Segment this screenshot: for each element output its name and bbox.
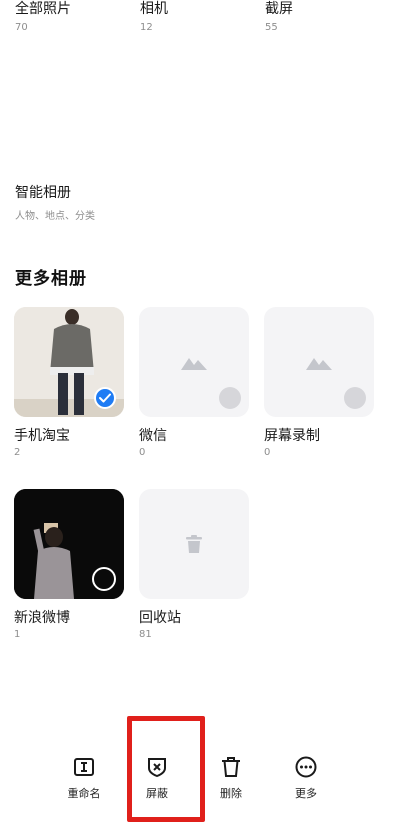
more-button[interactable]: 更多	[276, 755, 336, 801]
album-taobao[interactable]: 手机淘宝 2	[14, 307, 124, 458]
rename-icon	[72, 755, 96, 779]
album-screenshots[interactable]: 截屏 55	[265, 0, 293, 33]
more-label: 更多	[295, 787, 317, 800]
more-icon	[294, 755, 318, 779]
select-circle[interactable]	[219, 387, 241, 409]
album-label: 微信	[139, 428, 167, 444]
album-count: 12	[140, 22, 153, 33]
delete-button[interactable]: 删除	[201, 755, 261, 801]
album-count: 2	[14, 447, 21, 458]
smart-album-subtitle: 人物、地点、分类	[15, 211, 95, 222]
album-label: 回收站	[139, 610, 181, 626]
album-screen-recording[interactable]: 屏幕录制 0	[264, 307, 374, 458]
album-recycle-bin[interactable]: 回收站 81	[139, 489, 249, 640]
album-count: 0	[264, 447, 271, 458]
album-weibo[interactable]: 新浪微博 1	[14, 489, 124, 640]
album-label: 屏幕录制	[264, 428, 320, 444]
smart-album-title: 智能相册	[15, 185, 71, 201]
smart-album[interactable]: 智能相册 人物、地点、分类	[15, 182, 95, 222]
album-name: 相机	[140, 1, 168, 17]
album-thumbnail	[264, 307, 374, 417]
album-name: 截屏	[265, 1, 293, 17]
rename-button[interactable]: 重命名	[54, 755, 114, 801]
mountain-icon	[181, 358, 207, 370]
album-thumbnail	[139, 307, 249, 417]
annotation-highlight	[127, 716, 205, 822]
album-camera[interactable]: 相机 12	[140, 0, 168, 33]
album-thumbnail	[139, 489, 249, 599]
mountain-icon	[306, 358, 332, 370]
album-count: 0	[139, 447, 146, 458]
album-count: 1	[14, 629, 21, 640]
check-icon[interactable]	[94, 387, 116, 409]
album-label: 手机淘宝	[14, 428, 70, 444]
select-circle[interactable]	[344, 387, 366, 409]
album-label: 新浪微博	[14, 610, 70, 626]
trash-icon	[219, 755, 243, 779]
rename-label: 重命名	[67, 787, 101, 800]
delete-label: 删除	[220, 787, 242, 800]
select-circle[interactable]	[92, 567, 116, 591]
album-count: 70	[15, 22, 28, 33]
album-wechat[interactable]: 微信 0	[139, 307, 249, 458]
album-name: 全部照片	[15, 1, 71, 17]
more-albums-title: 更多相册	[15, 269, 87, 289]
album-thumbnail	[14, 307, 124, 417]
album-count: 81	[139, 629, 152, 640]
album-all-photos[interactable]: 全部照片 70	[15, 0, 71, 33]
album-thumbnail	[14, 489, 124, 599]
album-count: 55	[265, 22, 278, 33]
trash-icon	[186, 535, 202, 553]
